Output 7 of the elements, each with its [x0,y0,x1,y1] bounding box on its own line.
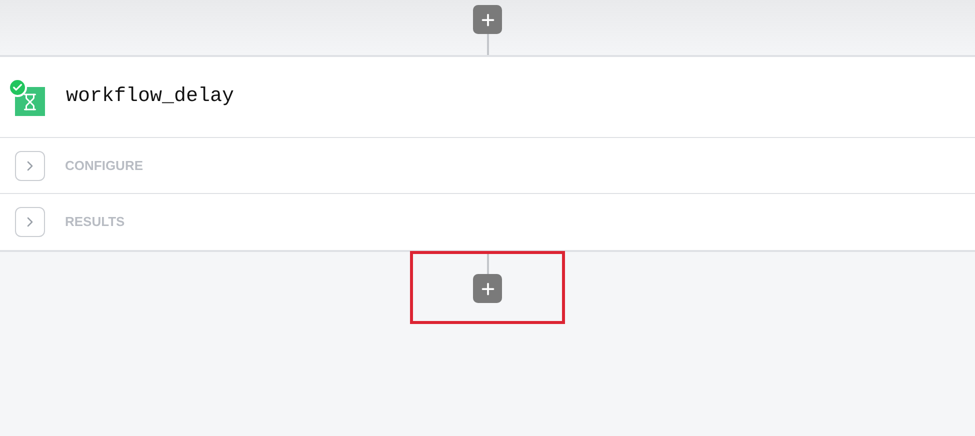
section-label[interactable]: CONFIGURE [65,156,143,176]
add-step-button[interactable] [473,5,502,34]
add-step-button[interactable] [473,274,502,303]
expand-toggle[interactable] [15,150,45,180]
step-name: workflow_delay [66,84,234,110]
expand-toggle[interactable] [15,207,45,237]
section-label[interactable]: RESULTS [65,212,125,232]
